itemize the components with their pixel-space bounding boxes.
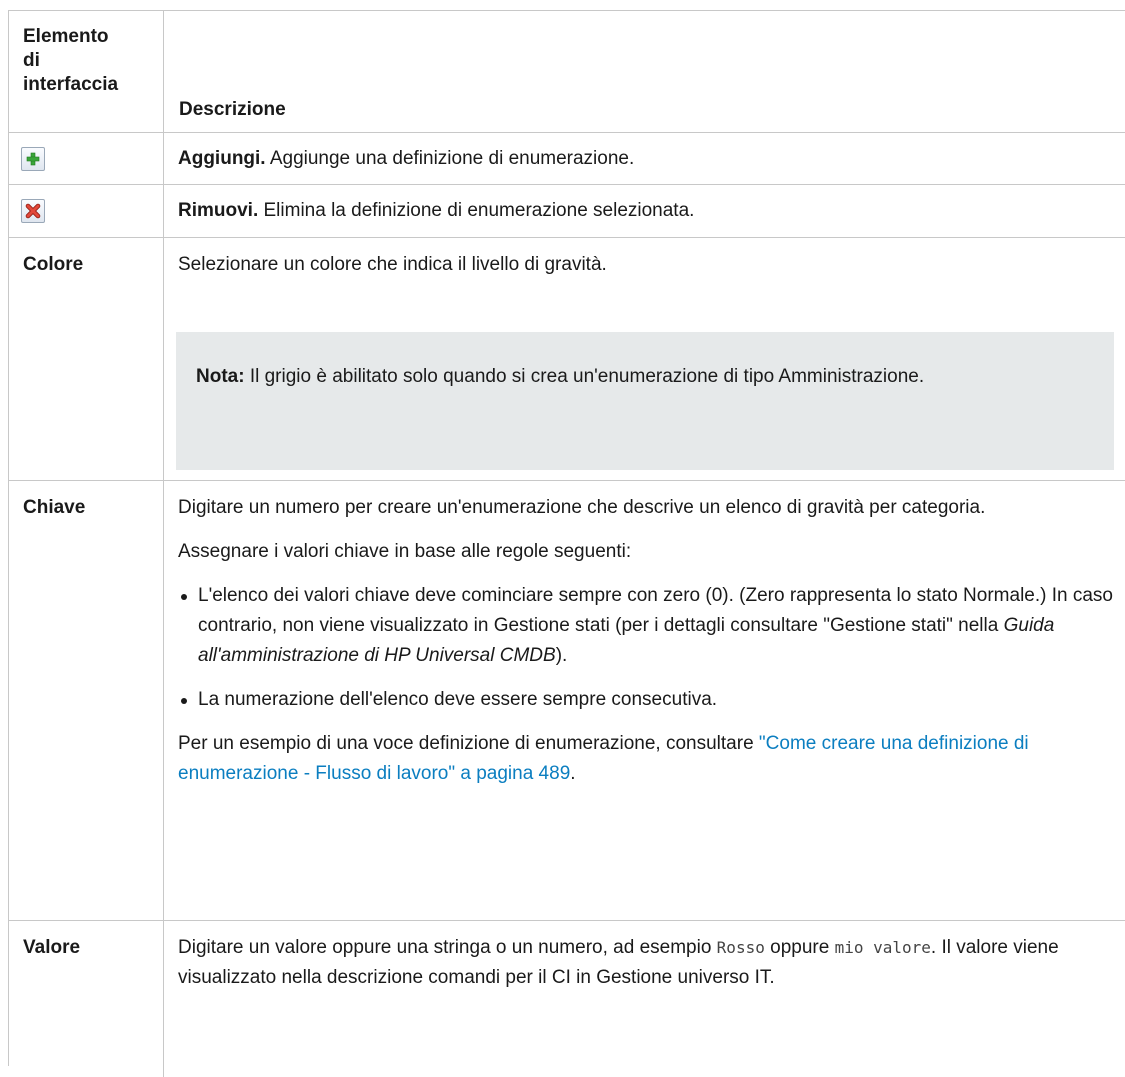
- add-icon: [21, 147, 45, 171]
- header-ui-element: Elemento di interfaccia: [23, 25, 153, 97]
- key-label: Chiave: [23, 497, 86, 518]
- add-text: Aggiunge una definizione di enumerazione…: [265, 148, 635, 169]
- color-text: Selezionare un colore che indica il live…: [178, 254, 607, 275]
- note-text: Il grigio è abilitato solo quando si cre…: [244, 366, 925, 387]
- key-text-3-suffix: .: [570, 763, 576, 784]
- value-text-b: oppure: [764, 937, 835, 958]
- key-text-3-prefix: Per un esempio di una voce definizione d…: [178, 733, 759, 754]
- table-row-key: Chiave Digitare un numero per creare un'…: [9, 481, 1125, 921]
- key-description: Digitare un numero per creare un'enumera…: [178, 493, 1114, 789]
- column-divider: [163, 11, 164, 132]
- value-example-2: mio valore: [834, 938, 931, 957]
- column-divider: [163, 921, 164, 1077]
- value-label: Valore: [23, 937, 81, 958]
- remove-text: Elimina la definizione di enumerazione s…: [258, 200, 695, 221]
- key-text-2: Assegnare i valori chiave in base alle r…: [178, 541, 632, 562]
- key-text-3: Per un esempio di una voce definizione d…: [178, 729, 1114, 789]
- add-description: Aggiungi. Aggiunge una definizione di en…: [178, 144, 1114, 174]
- value-example-1: Rosso: [716, 938, 765, 957]
- header-description: Descrizione: [179, 99, 286, 120]
- column-divider: [163, 185, 164, 237]
- table-row-value: Valore Digitare un valore oppure una str…: [9, 921, 1125, 1077]
- value-text-a: Digitare un valore oppure una stringa o …: [178, 937, 717, 958]
- header-ui-element-line-1: Elemento: [23, 26, 109, 47]
- table-row-color: Colore Selezionare un colore che indica …: [9, 238, 1125, 481]
- table-header-row: Elemento di interfaccia Descrizione: [9, 11, 1125, 133]
- bullet-1-text: L'elenco dei valori chiave deve comincia…: [198, 585, 1113, 636]
- header-ui-element-line-3: interfaccia: [23, 74, 119, 95]
- column-divider: [163, 133, 164, 184]
- bullet-1-end: ).: [555, 645, 568, 666]
- column-divider: [163, 481, 164, 920]
- key-rules-list: L'elenco dei valori chiave deve comincia…: [178, 581, 1114, 715]
- color-label: Colore: [23, 254, 84, 275]
- key-text-1: Digitare un numero per creare un'enumera…: [178, 497, 986, 518]
- bullet-2-text: La numerazione dell'elenco deve essere s…: [198, 689, 718, 710]
- remove-description: Rimuovi. Elimina la definizione di enume…: [178, 196, 1114, 226]
- list-item: La numerazione dell'elenco deve essere s…: [178, 685, 1114, 715]
- table-row-remove: Rimuovi. Elimina la definizione di enume…: [9, 185, 1125, 238]
- ui-elements-table: Elemento di interfaccia Descrizione Aggi…: [8, 10, 1125, 1077]
- add-title: Aggiungi.: [178, 148, 266, 169]
- list-item: L'elenco dei valori chiave deve comincia…: [178, 581, 1114, 671]
- remove-icon: [21, 199, 45, 223]
- value-description: Digitare un valore oppure una stringa o …: [178, 933, 1114, 993]
- note-title: Nota:: [196, 366, 245, 387]
- header-ui-element-line-2: di: [23, 50, 40, 71]
- color-description: Selezionare un colore che indica il live…: [178, 250, 1114, 280]
- column-divider: [163, 238, 164, 480]
- note-box: Nota: Il grigio è abilitato solo quando …: [176, 332, 1114, 470]
- table-row-add: Aggiungi. Aggiunge una definizione di en…: [9, 133, 1125, 185]
- remove-title: Rimuovi.: [178, 200, 259, 221]
